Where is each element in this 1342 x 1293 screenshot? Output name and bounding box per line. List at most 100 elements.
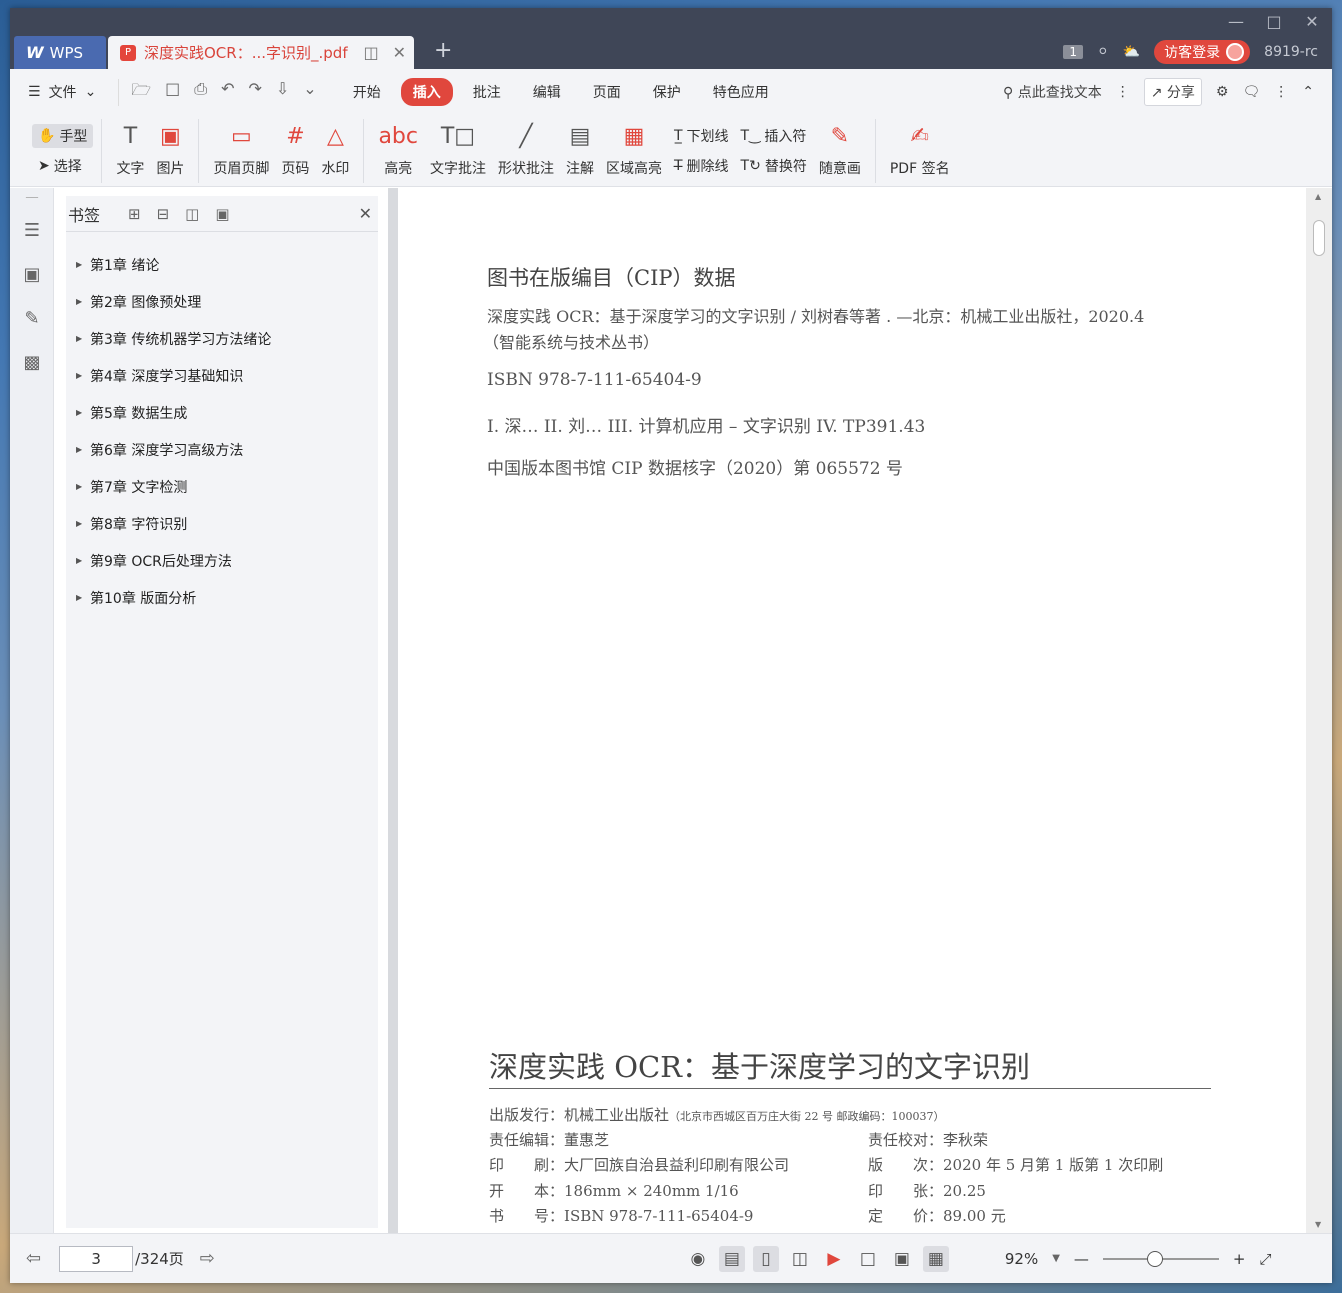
more-vertical-icon[interactable]: ⋮ xyxy=(1116,84,1130,100)
more-dropdown-icon[interactable]: ⌄ xyxy=(303,79,316,106)
bookmark-item[interactable]: ▶ 第10章 版面分析 xyxy=(66,579,378,616)
tab-page[interactable]: 页面 xyxy=(581,78,633,106)
bookmark-item[interactable]: ▶ 第7章 文字检测 xyxy=(66,468,378,505)
continuous-view-icon[interactable]: ▤ xyxy=(718,1245,745,1272)
insert-mark-button[interactable]: T‿ 插入符 xyxy=(735,124,813,148)
page-number-input[interactable]: 3 xyxy=(59,1245,134,1272)
expand-arrow-icon[interactable]: ▶ xyxy=(76,445,90,454)
add-bookmark-icon[interactable]: ◫ xyxy=(185,205,199,223)
area-highlight-button[interactable]: ▦ 区域高亮 xyxy=(600,124,668,178)
export-icon[interactable]: ⇩ xyxy=(276,79,289,106)
panel-splitter[interactable] xyxy=(388,188,398,1233)
note-button[interactable]: ▤ 注解 xyxy=(560,124,600,178)
gear-icon[interactable]: ⚙ xyxy=(1216,84,1229,100)
single-page-icon[interactable]: ▯ xyxy=(752,1245,779,1272)
underline-button[interactable]: T̲ 下划线 xyxy=(668,124,735,148)
bookmark-item[interactable]: ▶ 第3章 传统机器学习方法绪论 xyxy=(66,320,378,357)
annotation-list-icon[interactable]: ✎ xyxy=(10,296,54,340)
document-tab[interactable]: P 深度实践OCR：...字识别_.pdf ◫ ✕ xyxy=(108,36,414,69)
close-tab-icon[interactable]: ✕ xyxy=(393,43,406,62)
bookmark-item[interactable]: ▶ 第1章 绪论 xyxy=(66,246,378,283)
bookmark-settings-icon[interactable]: ▣ xyxy=(215,205,229,223)
login-button[interactable]: 访客登录 xyxy=(1154,40,1251,64)
zoom-dropdown-icon[interactable]: ▼ xyxy=(1052,1253,1060,1264)
chat-icon[interactable]: 🗨 xyxy=(1242,84,1260,100)
wps-home-tab[interactable]: W WPS xyxy=(14,36,106,69)
collapse-all-icon[interactable]: ⊟ xyxy=(157,205,170,223)
previous-page-icon[interactable]: ⇦ xyxy=(26,1248,41,1269)
expand-arrow-icon[interactable]: ▶ xyxy=(76,297,90,306)
more-options-icon[interactable]: ⋮ xyxy=(1274,84,1288,100)
bookmark-item[interactable]: ▶ 第5章 数据生成 xyxy=(66,394,378,431)
expand-arrow-icon[interactable]: ▶ xyxy=(76,482,90,491)
skin-icon[interactable]: ⛅ xyxy=(1123,44,1140,60)
zoom-out-icon[interactable]: — xyxy=(1074,1250,1089,1268)
tab-edit[interactable]: 编辑 xyxy=(521,78,573,106)
save-icon[interactable]: □ xyxy=(165,79,180,106)
open-folder-icon[interactable]: 🗁 xyxy=(131,79,151,106)
thumbnail-icon[interactable]: ▣ xyxy=(10,252,54,296)
print-icon[interactable]: ⎙ xyxy=(194,79,207,106)
collapse-ribbon-icon[interactable]: ⌃ xyxy=(1302,84,1314,100)
actual-size-icon[interactable]: □ xyxy=(855,1246,881,1272)
freehand-button[interactable]: ✎ 随意画 xyxy=(813,124,867,178)
text-comment-button[interactable]: T□ 文字批注 xyxy=(424,124,492,178)
scroll-down-icon[interactable]: ▼ xyxy=(1315,1220,1321,1229)
replace-mark-button[interactable]: T↻ 替换符 xyxy=(735,154,813,178)
hand-tool-button[interactable]: ✋ 手型 xyxy=(32,123,94,148)
bookmark-item[interactable]: ▶ 第4章 深度学习基础知识 xyxy=(66,357,378,394)
document-viewport[interactable]: 图书在版编目（CIP）数据 深度实践 OCR：基于深度学习的文字识别 / 刘树春… xyxy=(398,188,1332,1233)
eye-protect-icon[interactable]: ◉ xyxy=(685,1246,711,1272)
tab-protect[interactable]: 保护 xyxy=(641,78,693,106)
header-footer-button[interactable]: ▭ 页眉页脚 xyxy=(207,124,275,178)
two-page-icon[interactable]: ◫ xyxy=(787,1246,813,1272)
bookmark-panel-icon[interactable]: ☰ xyxy=(10,208,54,252)
select-tool-button[interactable]: ➤ 选择 xyxy=(32,154,93,178)
expand-arrow-icon[interactable]: ▶ xyxy=(76,371,90,380)
minimize-icon[interactable]: — xyxy=(1226,12,1246,31)
zoom-in-icon[interactable]: + xyxy=(1233,1250,1246,1268)
expand-arrow-icon[interactable]: ▶ xyxy=(76,260,90,269)
zoom-slider[interactable] xyxy=(1102,1250,1219,1267)
search-box[interactable]: ⚲ 点此查找文本 xyxy=(1003,82,1102,102)
new-tab-button[interactable]: + xyxy=(434,38,452,63)
expand-all-icon[interactable]: ⊞ xyxy=(128,205,141,223)
strikethrough-button[interactable]: T̶ 删除线 xyxy=(668,154,735,178)
insert-image-button[interactable]: ▣ 图片 xyxy=(150,124,190,178)
window-count-badge[interactable]: 1 xyxy=(1063,45,1083,59)
maximize-icon[interactable]: □ xyxy=(1264,12,1284,31)
expand-arrow-icon[interactable]: ▶ xyxy=(76,593,90,602)
highlight-button[interactable]: abc 高亮 xyxy=(372,124,424,178)
file-menu[interactable]: ☰ 文件 ⌄ xyxy=(28,82,96,102)
vertical-scrollbar[interactable]: ▲ ▼ xyxy=(1306,188,1332,1233)
expand-arrow-icon[interactable]: ▶ xyxy=(76,556,90,565)
expand-arrow-icon[interactable]: ▶ xyxy=(76,408,90,417)
bookmark-item[interactable]: ▶ 第9章 OCR后处理方法 xyxy=(66,542,378,579)
undo-icon[interactable]: ↶ xyxy=(221,79,234,106)
tab-start[interactable]: 开始 xyxy=(341,78,393,106)
expand-arrow-icon[interactable]: ▶ xyxy=(76,334,90,343)
tab-special[interactable]: 特色应用 xyxy=(701,78,781,106)
bookmark-item[interactable]: ▶ 第8章 字符识别 xyxy=(66,505,378,542)
close-window-icon[interactable]: ✕ xyxy=(1302,12,1322,31)
watermark-button[interactable]: △ 水印 xyxy=(315,124,355,178)
shape-comment-button[interactable]: ╱ 形状批注 xyxy=(492,124,560,178)
share-button[interactable]: ↗ 分享 xyxy=(1143,78,1202,106)
tab-insert[interactable]: 插入 xyxy=(400,78,453,106)
expand-arrow-icon[interactable]: ▶ xyxy=(76,519,90,528)
tab-comment[interactable]: 批注 xyxy=(461,78,513,106)
zoom-level[interactable]: 92% xyxy=(1005,1250,1038,1268)
fullscreen-icon[interactable]: ⤢ xyxy=(1260,1250,1272,1268)
fit-width-icon[interactable]: ▦ xyxy=(922,1245,949,1272)
insert-text-button[interactable]: T 文字 xyxy=(110,124,150,178)
redo-icon[interactable]: ↷ xyxy=(248,79,261,106)
pin-tab-icon[interactable]: ◫ xyxy=(363,43,378,62)
fit-page-icon[interactable]: ▣ xyxy=(889,1246,915,1272)
zoom-slider-knob[interactable] xyxy=(1146,1250,1163,1267)
pdf-sign-button[interactable]: ✍ PDF 签名 xyxy=(884,124,956,178)
scroll-thumb[interactable] xyxy=(1313,220,1325,256)
sync-icon[interactable]: ⚪ xyxy=(1097,44,1109,60)
bookmark-item[interactable]: ▶ 第2章 图像预处理 xyxy=(66,283,378,320)
bookmark-item[interactable]: ▶ 第6章 深度学习高级方法 xyxy=(66,431,378,468)
close-panel-icon[interactable]: ✕ xyxy=(359,204,372,223)
